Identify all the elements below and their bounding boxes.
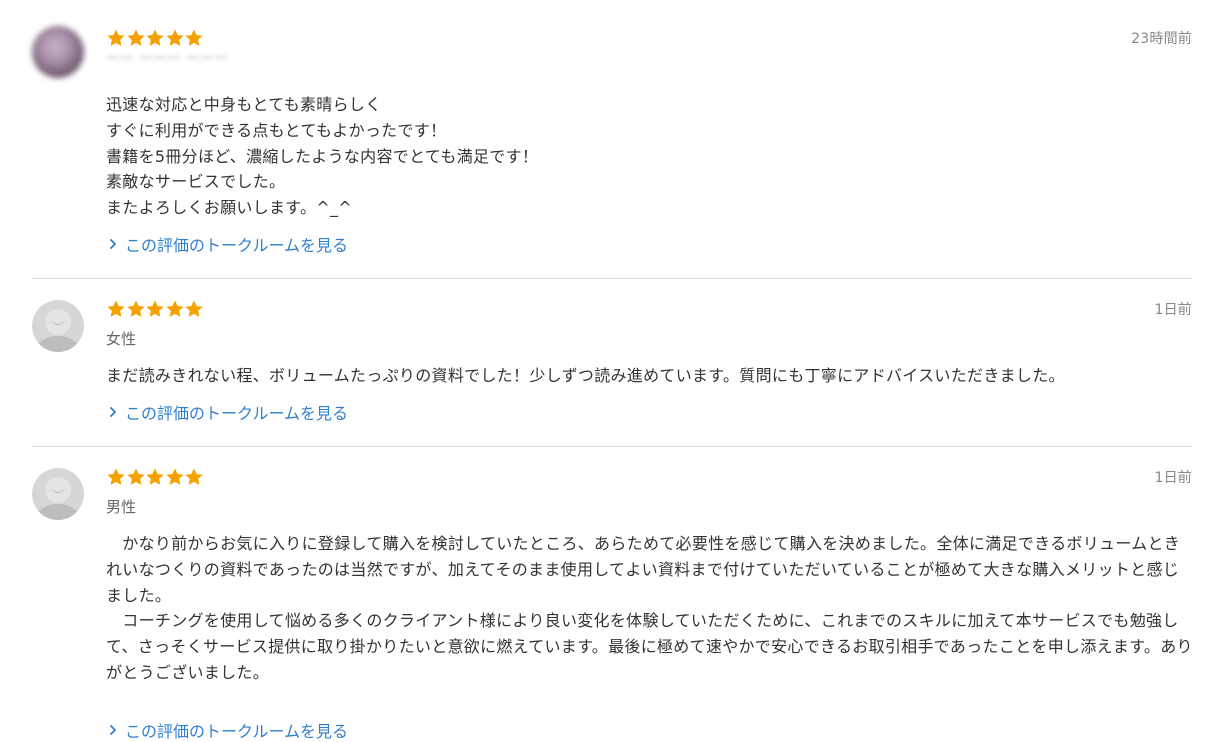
star-icon — [106, 467, 126, 487]
talk-room-link-label: この評価のトークルームを見る — [125, 722, 349, 741]
star-icon — [184, 467, 204, 487]
chevron-right-icon — [106, 723, 120, 737]
review-text: かなり前からお気に入りに登録して購入を検討していたところ、あらためて必要性を感じ… — [106, 534, 1193, 682]
review-date: 1日前 — [1154, 470, 1192, 486]
star-icon — [126, 467, 146, 487]
reviewer-gender: 男性 — [106, 498, 137, 516]
default-user-avatar — [32, 468, 84, 520]
star-rating — [106, 467, 204, 487]
review-item: 1日前 男性 かなり前からお気に入りに登録して購入を検討していたところ、あらため… — [32, 0, 1193, 741]
talk-room-link[interactable]: この評価のトークルームを見る — [106, 718, 348, 742]
star-icon — [145, 467, 165, 487]
star-icon — [165, 467, 185, 487]
review-list: 23時間前 —— ——— ——— 迅速な対応と中身もとても素晴らしく すぐに利用… — [0, 0, 1224, 741]
